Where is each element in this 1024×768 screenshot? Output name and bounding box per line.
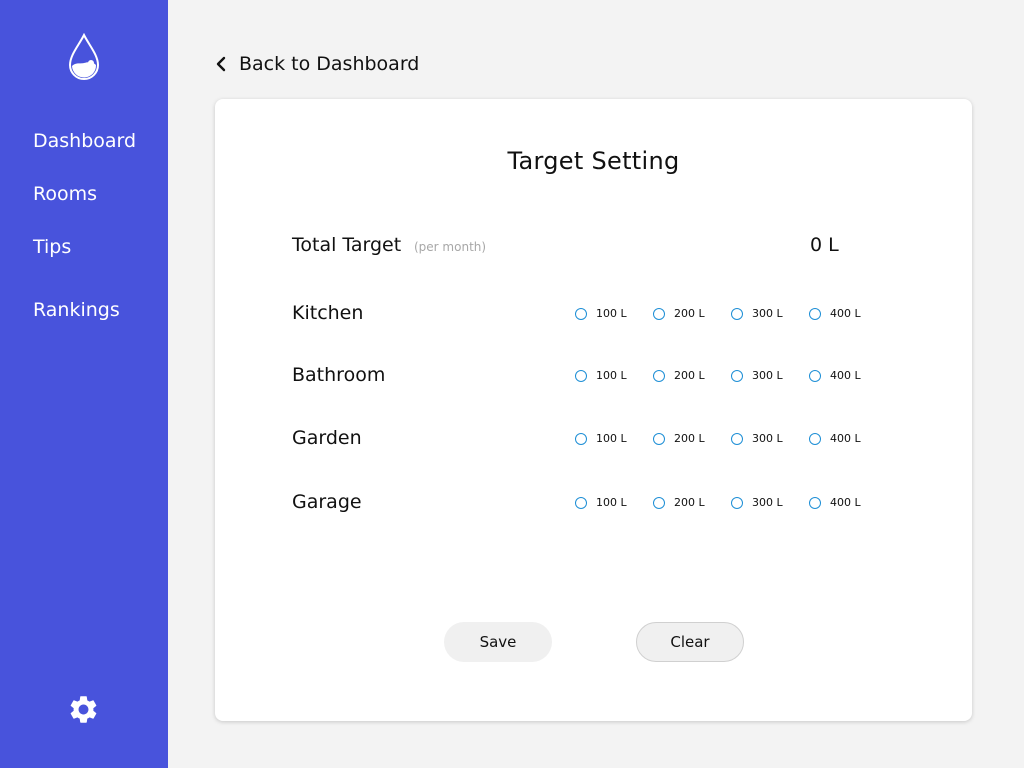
total-target-row: Total Target (per month) 0 L <box>292 234 852 260</box>
radio-button[interactable] <box>731 369 743 382</box>
back-link-label: Back to Dashboard <box>239 53 420 75</box>
radio-button[interactable] <box>809 496 821 509</box>
radio-button[interactable] <box>653 496 665 509</box>
radio-button[interactable] <box>809 369 821 382</box>
room-name: Garage <box>292 491 362 513</box>
option-label: 200 L <box>674 496 705 509</box>
option-label: 300 L <box>752 307 783 320</box>
radio-button[interactable] <box>575 307 587 320</box>
total-target-label: Total Target <box>292 234 402 256</box>
radio-button[interactable] <box>575 496 587 509</box>
room-name: Garden <box>292 427 362 449</box>
water-drop-icon <box>68 33 100 80</box>
room-row-bathroom: Bathroom 100 L 200 L 300 L 400 L <box>292 362 892 392</box>
option-400[interactable]: 400 L <box>809 432 861 445</box>
sidebar-item-tips[interactable]: Tips <box>33 235 71 259</box>
option-100[interactable]: 100 L <box>575 369 627 382</box>
option-200[interactable]: 200 L <box>653 496 705 509</box>
room-row-garden: Garden 100 L 200 L 300 L 400 L <box>292 425 892 455</box>
room-name: Bathroom <box>292 364 386 386</box>
option-100[interactable]: 100 L <box>575 307 627 320</box>
back-to-dashboard-link[interactable]: Back to Dashboard <box>214 51 419 77</box>
option-label: 200 L <box>674 369 705 382</box>
save-button[interactable]: Save <box>444 622 552 662</box>
option-label: 100 L <box>596 369 627 382</box>
radio-button[interactable] <box>731 496 743 509</box>
option-label: 400 L <box>830 496 861 509</box>
option-400[interactable]: 400 L <box>809 369 861 382</box>
sidebar-item-rankings[interactable]: Rankings <box>33 298 120 322</box>
option-100[interactable]: 100 L <box>575 432 627 445</box>
option-400[interactable]: 400 L <box>809 307 861 320</box>
option-label: 300 L <box>752 369 783 382</box>
gear-icon[interactable] <box>67 693 100 726</box>
room-name: Kitchen <box>292 302 364 324</box>
chevron-left-icon <box>216 56 226 72</box>
room-row-kitchen: Kitchen 100 L 200 L 300 L 400 L <box>292 300 892 330</box>
option-100[interactable]: 100 L <box>575 496 627 509</box>
sidebar: Dashboard Rooms Tips Rankings <box>0 0 168 768</box>
option-label: 400 L <box>830 432 861 445</box>
option-label: 100 L <box>596 307 627 320</box>
radio-button[interactable] <box>653 432 665 445</box>
option-label: 400 L <box>830 307 861 320</box>
option-label: 300 L <box>752 432 783 445</box>
option-300[interactable]: 300 L <box>731 496 783 509</box>
radio-button[interactable] <box>653 307 665 320</box>
option-label: 100 L <box>596 432 627 445</box>
sidebar-item-rooms[interactable]: Rooms <box>33 182 97 206</box>
option-300[interactable]: 300 L <box>731 369 783 382</box>
option-200[interactable]: 200 L <box>653 369 705 382</box>
option-200[interactable]: 200 L <box>653 432 705 445</box>
radio-button[interactable] <box>809 432 821 445</box>
option-300[interactable]: 300 L <box>731 307 783 320</box>
option-label: 200 L <box>674 307 705 320</box>
radio-button[interactable] <box>809 307 821 320</box>
option-label: 100 L <box>596 496 627 509</box>
radio-button[interactable] <box>731 432 743 445</box>
clear-button[interactable]: Clear <box>636 622 744 662</box>
page-title: Target Setting <box>507 147 680 175</box>
option-300[interactable]: 300 L <box>731 432 783 445</box>
room-row-garage: Garage 100 L 200 L 300 L 400 L <box>292 489 892 519</box>
option-label: 300 L <box>752 496 783 509</box>
radio-button[interactable] <box>575 369 587 382</box>
total-target-sublabel: (per month) <box>414 240 487 254</box>
option-label: 400 L <box>830 369 861 382</box>
option-200[interactable]: 200 L <box>653 307 705 320</box>
total-target-value: 0 L <box>810 234 839 256</box>
option-label: 200 L <box>674 432 705 445</box>
option-400[interactable]: 400 L <box>809 496 861 509</box>
radio-button[interactable] <box>653 369 665 382</box>
sidebar-item-dashboard[interactable]: Dashboard <box>33 129 136 153</box>
target-setting-card: Target Setting Total Target (per month) … <box>215 99 972 721</box>
radio-button[interactable] <box>575 432 587 445</box>
radio-button[interactable] <box>731 307 743 320</box>
